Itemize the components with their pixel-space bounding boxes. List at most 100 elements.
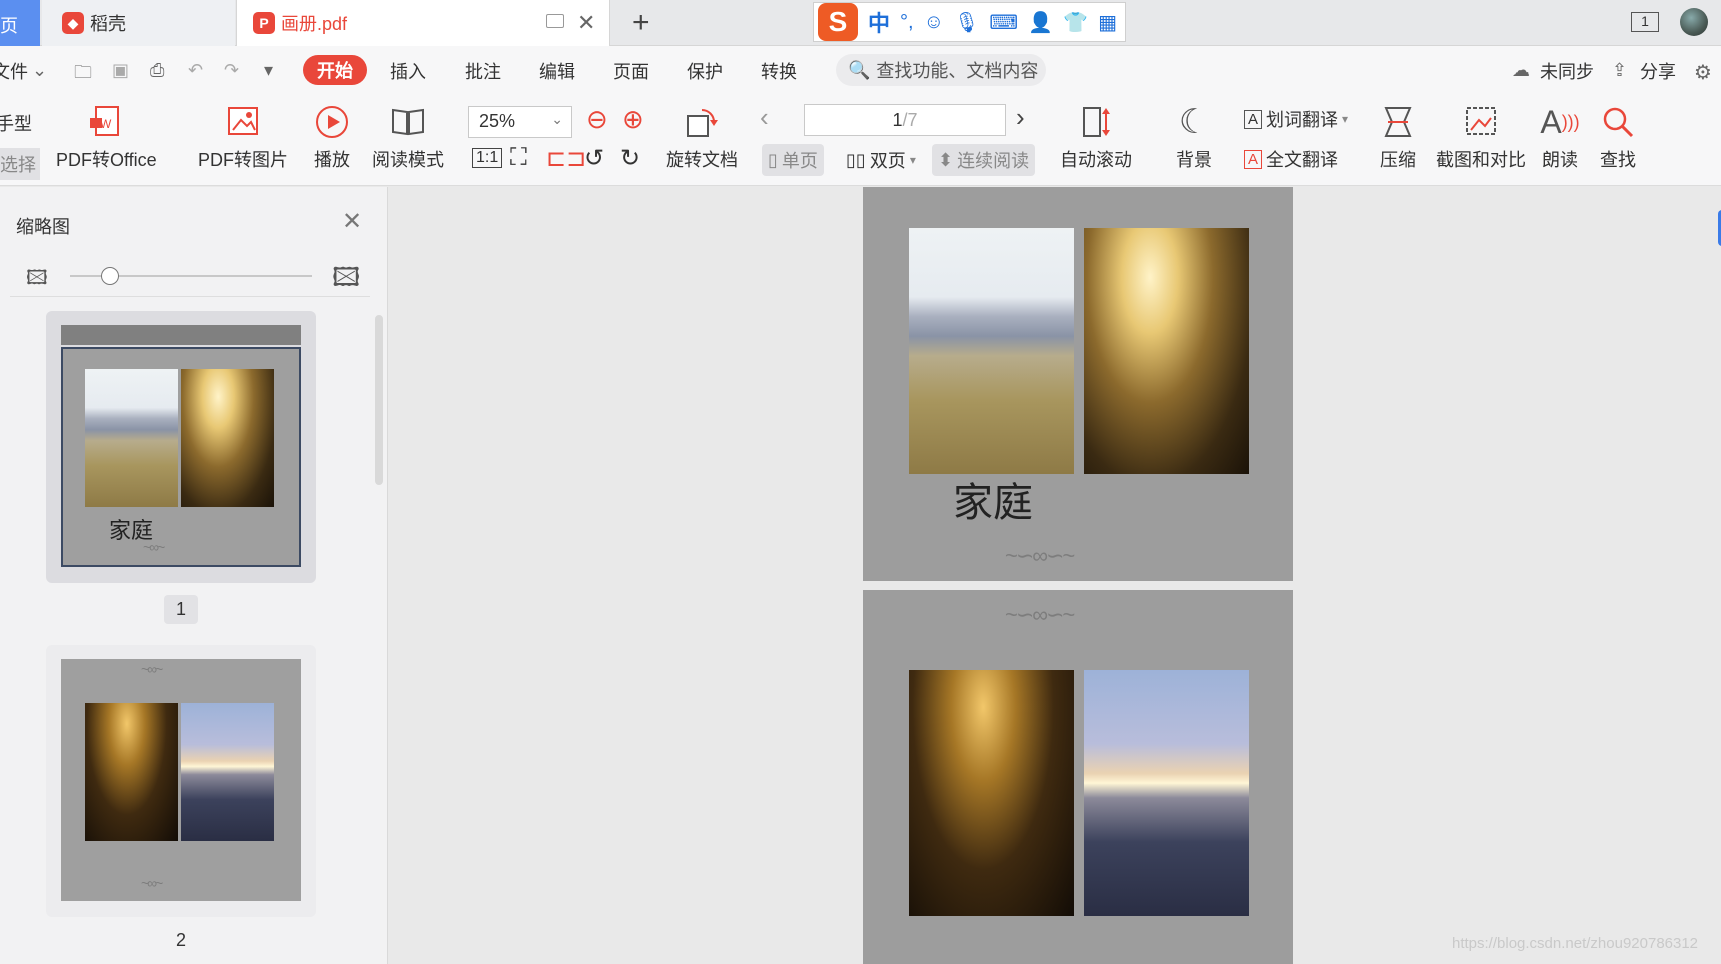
tab-pdf-file-label: 画册.pdf [281, 14, 348, 34]
skin-shirt-icon[interactable]: 👕 [1063, 10, 1088, 35]
menu-insert[interactable]: 插入 [390, 58, 426, 84]
grid-apps-icon[interactable]: ▦ [1098, 10, 1117, 35]
prev-page-icon[interactable]: ‹ [760, 102, 769, 133]
sidebar-title: 缩略图 [16, 217, 70, 237]
emoji-icon[interactable]: ☺ [924, 11, 944, 34]
keyboard-icon[interactable]: ⌨ [989, 10, 1018, 35]
small-image-icon[interactable]: 🖾 [26, 263, 48, 297]
translate-icon: A [1244, 109, 1263, 129]
full-translate-button[interactable]: A 全文翻译 [1244, 146, 1338, 172]
share-icon: ⇪ [1612, 60, 1628, 80]
fit-page-icon[interactable]: ⛶ [510, 144, 527, 172]
tab-partial[interactable]: 页 [0, 0, 40, 46]
zoom-out-icon[interactable]: ⊖ [586, 104, 608, 135]
thumbnail-page-1[interactable]: 家庭 ~∞~ [46, 311, 316, 583]
watermark: https://blog.csdn.net/zhou920786312 [1452, 935, 1699, 952]
chevron-down-icon[interactable]: ⌄ [32, 60, 47, 81]
avatar[interactable] [1680, 8, 1708, 36]
hand-tool[interactable]: 手型 [0, 110, 32, 136]
page-current: 1 [892, 110, 903, 130]
ornament-icon: ~∽∞∽~ [1005, 543, 1075, 568]
pdf-to-image-label: PDF转图片 [198, 150, 288, 170]
ornament-icon: ~∞~ [141, 661, 163, 677]
single-page-icon: ▯ [768, 149, 778, 170]
thumb-photo-water [181, 369, 274, 507]
menu-protect[interactable]: 保护 [687, 58, 723, 84]
undo-icon[interactable]: ↶ [188, 60, 203, 81]
page-number-input[interactable]: 1/7 [804, 104, 1006, 136]
double-page-label: 双页 [869, 151, 906, 171]
ime-lang-toggle[interactable]: 中 [868, 6, 890, 38]
continuous-label: 连续阅读 [957, 151, 1030, 171]
pdf-to-image-button[interactable]: PDF转图片 [198, 104, 288, 172]
share-button[interactable]: 分享 [1640, 58, 1676, 84]
tab-partial-label: 页 [0, 16, 18, 36]
rotate-right-icon[interactable]: ↻ [620, 144, 640, 173]
select-tool[interactable]: 选择 [0, 148, 40, 180]
page-title: 家庭 [953, 480, 1033, 526]
scrollbar[interactable] [375, 315, 383, 485]
actual-size-icon[interactable]: 1:1 [472, 148, 503, 168]
thumb-photo-water-dark [85, 703, 178, 841]
thumbnail-image: 家庭 ~∞~ [61, 347, 301, 567]
search-icon: 🔍 [848, 59, 871, 80]
single-page-label: 单页 [781, 151, 818, 171]
read-aloud-button[interactable]: A))) 朗读 [1540, 104, 1579, 172]
tab-daoke-label: 稻壳 [90, 14, 126, 34]
save-icon[interactable]: ▣ [112, 60, 129, 81]
settings-gear-icon[interactable]: ⚙ [1694, 60, 1712, 85]
monitor-icon[interactable] [546, 14, 564, 28]
rotate-left-icon[interactable]: ↺ [584, 144, 604, 173]
auto-scroll-button[interactable]: 自动滚动 [1060, 104, 1132, 172]
zoom-in-icon[interactable]: ⊕ [622, 104, 644, 135]
word-translate-label: 划词翻译 [1266, 110, 1339, 130]
print-icon[interactable]: ⎙ [150, 60, 164, 81]
menu-edit[interactable]: 编辑 [539, 58, 575, 84]
new-tab-button[interactable]: + [632, 6, 650, 40]
microphone-icon[interactable]: 🎙 [954, 10, 979, 35]
thumb-photo-sunset [181, 703, 274, 841]
window-count: 1 [1641, 13, 1649, 29]
daoke-logo-icon: ◆ [62, 12, 84, 34]
slider-handle[interactable] [101, 267, 119, 285]
tab-daoke[interactable]: ◆ 稻壳 [42, 0, 235, 46]
thumbnail-page-number: 1 [164, 595, 198, 624]
read-mode-button[interactable]: 阅读模式 [372, 104, 444, 172]
auto-scroll-label: 自动滚动 [1060, 150, 1132, 170]
close-icon[interactable]: ✕ [342, 207, 362, 236]
single-page-button[interactable]: ▯ 单页 [762, 144, 824, 176]
photo-mountain-field [909, 228, 1074, 474]
screenshot-compare-button[interactable]: 截图和对比 [1436, 104, 1526, 172]
fit-width-icon[interactable]: ⊏⊐ [546, 144, 586, 173]
zoom-select[interactable]: 25% ⌄ [468, 106, 572, 138]
pdf-to-office-button[interactable]: W PDF转Office [56, 104, 157, 172]
user-icon[interactable]: 👤 [1028, 10, 1053, 35]
sogou-logo-icon[interactable]: S [818, 3, 858, 41]
sync-status[interactable]: 未同步 [1540, 58, 1594, 84]
compress-button[interactable]: 压缩 [1380, 104, 1416, 172]
more-dropdown-icon[interactable]: ▾ [264, 60, 273, 81]
next-page-icon[interactable]: › [1016, 102, 1025, 133]
double-page-button[interactable]: ▯▯ 双页 ▾ [846, 147, 916, 173]
menu-file[interactable]: 文件 [0, 58, 28, 84]
redo-icon[interactable]: ↷ [224, 60, 239, 81]
close-tab-icon[interactable]: ✕ [577, 10, 595, 36]
window-count-button[interactable]: 1 [1631, 12, 1659, 32]
background-button[interactable]: ☾ 背景 [1176, 103, 1212, 172]
menu-convert[interactable]: 转换 [761, 58, 797, 84]
search-box[interactable]: 🔍 查找功能、文档内容 [836, 54, 1046, 86]
full-translate-icon: A [1244, 149, 1263, 169]
menu-page[interactable]: 页面 [613, 58, 649, 84]
play-button[interactable]: 播放 [314, 104, 350, 172]
word-translate-button[interactable]: A 划词翻译 ▾ [1244, 106, 1348, 132]
find-button[interactable]: 查找 [1600, 104, 1636, 172]
ime-punct-toggle[interactable]: °, [900, 11, 914, 34]
menu-annotate[interactable]: 批注 [465, 58, 501, 84]
thumbnail-page-2[interactable]: ~∞~ ~∞~ [46, 645, 316, 917]
rotate-doc-button[interactable]: 旋转文档 [666, 104, 738, 172]
menu-start-button[interactable]: 开始 [303, 55, 367, 85]
screenshot-compare-label: 截图和对比 [1436, 150, 1526, 170]
continuous-read-button[interactable]: ⬍ 连续阅读 [932, 144, 1036, 176]
open-folder-icon[interactable]: 🗀 [74, 60, 92, 90]
double-page-icon: ▯▯ [846, 149, 866, 170]
